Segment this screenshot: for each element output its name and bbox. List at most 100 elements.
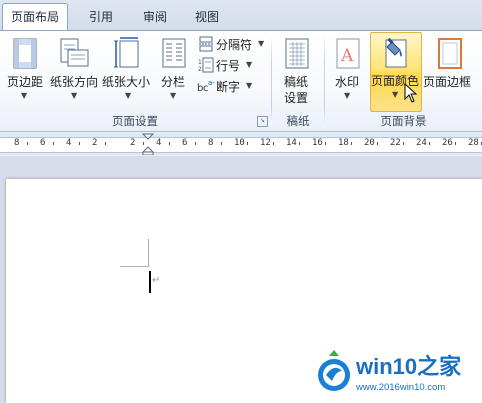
watermark-label: 水印 [335,75,360,89]
line-numbers-label: 行号 [216,59,241,73]
ruler-number: 20 [364,138,375,148]
chevron-down-icon: ▼ [125,91,132,100]
draft-group-label: 稿纸 [286,114,310,128]
ribbon-tab-bar: 页面布局 引用 审阅 视图 [0,0,482,31]
ruler-number: 6 [182,138,188,148]
chevron-down-icon: ▼ [246,60,253,69]
tab-references-label: 引用 [88,10,113,24]
ruler-tick [377,142,378,145]
ruler-tick [299,142,300,145]
watermark-icon: A [336,38,360,69]
ruler-tick [247,142,248,145]
paragraph-mark-icon: ↵ [152,275,161,286]
size-icon [114,37,139,68]
size-label: 纸张大小 [102,75,151,89]
page-setup-group-label: 页面设置 [112,114,158,128]
svg-text:1: 1 [198,59,202,66]
breaks-label: 分隔符 [216,38,253,52]
breaks-button[interactable]: 分隔符 ▼ [196,34,268,54]
page-color-icon [385,37,407,68]
chevron-down-icon: ▼ [71,91,78,100]
page-background-group-label: 页面背景 [380,114,427,128]
ruler-number: 2 [130,138,136,148]
ruler-tick [79,142,80,145]
ruler-number: 12 [260,138,271,148]
mouse-cursor-icon [404,83,418,103]
page-borders-label: 页面边框 [423,75,472,89]
svg-text:a-: a- [208,79,215,87]
draft-settings-label-line2: 设置 [284,91,309,105]
ruler-number: 8 [14,138,20,148]
horizontal-ruler[interactable]: 8 6 4 2 2 4 6 8 10 12 14 16 18 20 22 24 26 28 [0,133,482,155]
columns-button[interactable]: 分栏 ▼ [156,33,192,109]
ruler-number: 18 [338,138,349,148]
orientation-icon [60,38,89,67]
tab-review[interactable]: 审阅 [130,4,180,30]
ribbon: 页边距 ▼ 纸张方向 ▼ 纸张大小 ▼ 分栏 ▼ 分隔符 ▼ 1 2 行号 ▼ … [0,30,482,132]
tab-references[interactable]: 引用 [76,4,126,30]
ruler-number: 14 [286,138,297,148]
ruler-number: 8 [208,138,214,148]
ruler-number: 26 [442,138,453,148]
watermark-brand: win10之家 [356,354,462,379]
chevron-down-icon: ▼ [170,91,177,100]
margins-button[interactable]: 页边距 ▼ [2,33,46,109]
line-numbers-button[interactable]: 1 2 行号 ▼ [196,55,268,75]
columns-icon [162,38,186,68]
tab-page-layout[interactable]: 页面布局 [2,3,68,31]
ruler-tick [429,142,430,145]
margin-corner-mark-h [120,266,148,267]
hyphenation-icon: b c a- [197,79,215,94]
ruler-number: 10 [234,138,245,148]
tab-view[interactable]: 视图 [182,4,232,30]
chevron-down-icon: ▼ [246,81,253,90]
ruler-number: 28 [468,138,479,148]
text-caret [149,271,151,293]
tab-review-label: 审阅 [142,10,167,24]
win10-logo-icon [318,350,350,391]
page-borders-icon [438,38,462,69]
svg-text:A: A [340,46,354,66]
tab-page-layout-label: 页面布局 [10,10,59,24]
ruler-number: 4 [156,138,162,148]
draft-settings-label-line1: 稿纸 [284,75,309,89]
breaks-icon [199,36,213,52]
page-color-button[interactable]: 页面颜色 ▼ [370,32,422,112]
orientation-button[interactable]: 纸张方向 ▼ [48,33,100,109]
watermark-url: www.2016win10.com [356,382,446,393]
line-numbers-icon: 1 2 [198,57,214,73]
ruler-number: 24 [416,138,427,148]
ruler-tick [105,142,106,145]
ruler-number: 2 [92,138,98,148]
ruler-tick [221,142,222,145]
orientation-label: 纸张方向 [50,75,99,89]
ruler-tick [273,142,274,145]
chevron-down-icon: ▼ [392,90,399,99]
ruler-tick [351,142,352,145]
ruler-number: 6 [40,138,46,148]
ruler-tick [53,142,54,145]
draft-paper-icon [285,38,309,69]
ruler-number: 4 [66,138,72,148]
chevron-down-icon: ▼ [21,91,28,100]
tab-view-label: 视图 [194,10,219,24]
columns-label: 分栏 [161,75,186,89]
margins-icon [13,38,37,69]
site-watermark: win10之家 www.2016win10.com [312,345,482,403]
chevron-down-icon: ▼ [258,39,265,48]
ruler-tick [169,142,170,145]
page-setup-dialog-launcher[interactable]: ↘ [257,116,268,127]
page-borders-button[interactable]: 页面边框 [422,33,478,109]
hyphenation-button[interactable]: b c a- 断字 ▼ [196,76,268,96]
chevron-down-icon: ▼ [344,91,351,100]
ruler-tick [455,142,456,145]
size-button[interactable]: 纸张大小 ▼ [102,33,154,109]
watermark-button[interactable]: A 水印 ▼ [328,33,366,109]
margin-corner-mark-v [148,239,149,267]
draft-settings-button[interactable]: 稿纸 设置 [276,33,318,109]
ruler-tick [325,142,326,145]
margins-label: 页边距 [7,75,44,89]
ruler-tick [195,142,196,145]
ruler-number: 22 [390,138,401,148]
indent-marker-icon[interactable] [142,133,154,155]
